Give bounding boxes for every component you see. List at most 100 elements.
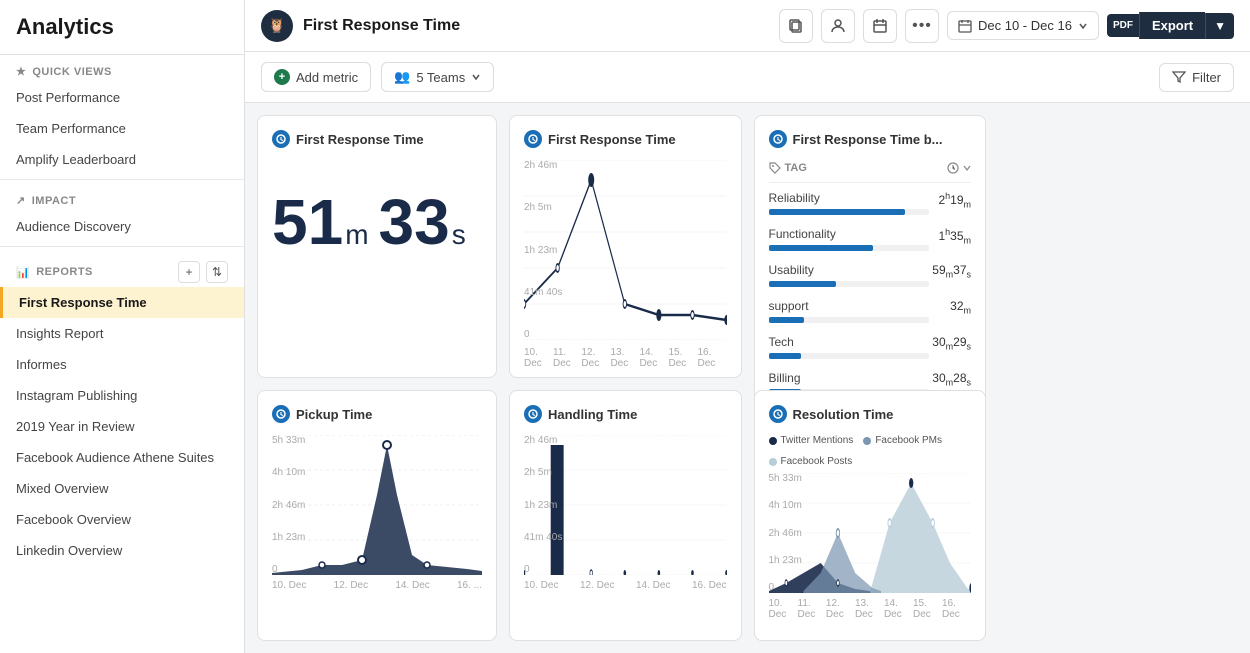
pickup-chart-area: 10. Dec 12. Dec 14. Dec 16. ... 5h 33m 4… <box>272 435 482 605</box>
share-button[interactable] <box>821 9 855 43</box>
chevron-down-icon <box>1078 21 1088 31</box>
tag-icon <box>769 162 781 174</box>
date-range-text: Dec 10 - Dec 16 <box>978 18 1072 33</box>
support-time: 32m <box>950 299 971 315</box>
more-icon: ••• <box>912 17 932 35</box>
frt-line-icon <box>524 130 542 148</box>
quick-views-label: ★ Quick Views <box>16 65 228 78</box>
sidebar-item-mixed-overview[interactable]: Mixed Overview <box>0 473 244 504</box>
resolution-time-card: Resolution Time Twitter Mentions Faceboo… <box>754 390 987 641</box>
resolution-x-labels: 10. Dec 11. Dec 12. Dec 13. Dec 14. Dec … <box>769 596 972 620</box>
sidebar-item-team-performance[interactable]: Team Performance <box>0 113 244 144</box>
line-chart-svg <box>524 160 727 340</box>
teams-icon: 👥 <box>394 69 410 85</box>
sidebar-item-facebook-overview[interactable]: Facebook Overview <box>0 504 244 535</box>
usability-bar-wrap <box>769 281 929 287</box>
pickup-time-title: Pickup Time <box>272 405 482 423</box>
more-button[interactable]: ••• <box>905 9 939 43</box>
first-response-time-title: First Response Time <box>272 130 482 148</box>
legend-fb-pms: Facebook PMs <box>863 435 942 446</box>
pickup-x-labels: 10. Dec 12. Dec 14. Dec 16. ... <box>272 578 482 591</box>
reliability-time: 2h19m <box>938 191 971 209</box>
schedule-button[interactable] <box>863 9 897 43</box>
frt-tag-icon <box>769 130 787 148</box>
linkedin-overview-label: Linkedin Overview <box>16 543 122 558</box>
minutes-value: 51 <box>272 190 343 254</box>
pickup-icon <box>272 405 290 423</box>
dashboard-content: First Response Time 51 m 33 s First Resp… <box>245 103 1250 653</box>
facebook-overview-label: Facebook Overview <box>16 512 131 527</box>
filter-button[interactable]: Filter <box>1159 63 1234 92</box>
app-logo: 🦉 <box>261 10 293 42</box>
tech-time: 30m29s <box>932 335 971 351</box>
add-report-button[interactable]: + <box>178 261 200 283</box>
resolution-icon <box>769 405 787 423</box>
duplicate-icon <box>788 18 804 34</box>
export-button[interactable]: Export <box>1139 12 1205 39</box>
sidebar-item-audience-discovery[interactable]: Audience Discovery <box>0 211 244 242</box>
insights-report-label: Insights Report <box>16 326 103 341</box>
resolution-chart-svg <box>769 473 972 593</box>
filter-label: Filter <box>1192 70 1221 85</box>
pickup-chart-svg <box>272 435 482 575</box>
sidebar-item-first-response-time[interactable]: First Response Time <box>0 287 244 318</box>
tag-row-usability: Usability 59m37s <box>769 263 972 287</box>
reports-actions: + ⇅ <box>178 261 228 283</box>
sidebar-item-informes[interactable]: Informes <box>0 349 244 380</box>
functionality-bar <box>769 245 873 251</box>
time-col-header[interactable] <box>947 162 971 174</box>
export-button-group: PDF Export ▼ <box>1107 12 1234 39</box>
pdf-label[interactable]: PDF <box>1107 14 1139 37</box>
add-metric-button[interactable]: + Add metric <box>261 62 371 92</box>
minutes-unit: m <box>345 219 368 251</box>
handling-chart-area: 10. Dec 12. Dec 14. Dec 16. Dec 2h 46m 2… <box>524 435 727 605</box>
facebook-audience-label: Facebook Audience Athene Suites <box>16 450 214 465</box>
header-left: 🦉 First Response Time <box>261 10 460 42</box>
reliability-bar-wrap <box>769 209 929 215</box>
usability-bar <box>769 281 836 287</box>
tag-row-functionality: Functionality 1h35m <box>769 227 972 251</box>
reports-section-header: 📊 Reports + ⇅ <box>0 251 244 287</box>
mixed-overview-label: Mixed Overview <box>16 481 108 496</box>
handling-icon <box>524 405 542 423</box>
support-bar <box>769 317 804 323</box>
first-response-time-label: First Response Time <box>19 295 147 310</box>
functionality-time: 1h35m <box>938 227 971 245</box>
sidebar-item-amplify-leaderboard[interactable]: Amplify Leaderboard <box>0 144 244 175</box>
sidebar-item-post-performance[interactable]: Post Performance <box>0 82 244 113</box>
tag-row-reliability: Reliability 2h19m <box>769 191 972 215</box>
usability-time: 59m37s <box>932 263 971 279</box>
duplicate-button[interactable] <box>779 9 813 43</box>
usability-tag-name: Usability <box>769 263 929 277</box>
sidebar-divider-1 <box>0 179 244 180</box>
sidebar-header: Analytics <box>0 0 244 55</box>
tag-row-tech: Tech 30m29s <box>769 335 972 359</box>
tag-row-support: support 32m <box>769 299 972 323</box>
sidebar-item-2019-year-review[interactable]: 2019 Year in Review <box>0 411 244 442</box>
sidebar-item-instagram-publishing[interactable]: Instagram Publishing <box>0 380 244 411</box>
audience-discovery-label: Audience Discovery <box>16 219 131 234</box>
first-response-time-card: First Response Time 51 m 33 s <box>257 115 497 378</box>
sidebar-item-facebook-audience[interactable]: Facebook Audience Athene Suites <box>0 442 244 473</box>
filter-icon <box>1172 70 1186 84</box>
sidebar-item-insights-report[interactable]: Insights Report <box>0 318 244 349</box>
date-range-picker[interactable]: Dec 10 - Dec 16 <box>947 11 1099 40</box>
frt-card-icon <box>272 130 290 148</box>
resolution-time-title: Resolution Time <box>769 405 972 423</box>
seconds-unit: s <box>452 219 466 251</box>
x-axis-labels: 10. Dec 11. Dec 12. Dec 13. Dec 14. Dec … <box>524 343 727 369</box>
tech-bar-wrap <box>769 353 929 359</box>
reports-label: 📊 Reports <box>16 266 93 279</box>
sort-chevron-icon <box>963 164 971 172</box>
fb-pms-dot <box>863 437 871 445</box>
sidebar-item-linkedin-overview[interactable]: Linkedin Overview <box>0 535 244 566</box>
billing-time: 30m28s <box>932 371 971 387</box>
export-dropdown-button[interactable]: ▼ <box>1205 13 1234 39</box>
impact-section: ↗ Impact <box>0 184 244 211</box>
sort-reports-button[interactable]: ⇅ <box>206 261 228 283</box>
frt-line-chart-card: First Response Time <box>509 115 742 378</box>
teams-filter-button[interactable]: 👥 5 Teams <box>381 62 494 92</box>
informes-label: Informes <box>16 357 67 372</box>
page-header: 🦉 First Response Time ••• Dec 10 <box>245 0 1250 52</box>
handling-time-card: Handling Time <box>509 390 742 641</box>
